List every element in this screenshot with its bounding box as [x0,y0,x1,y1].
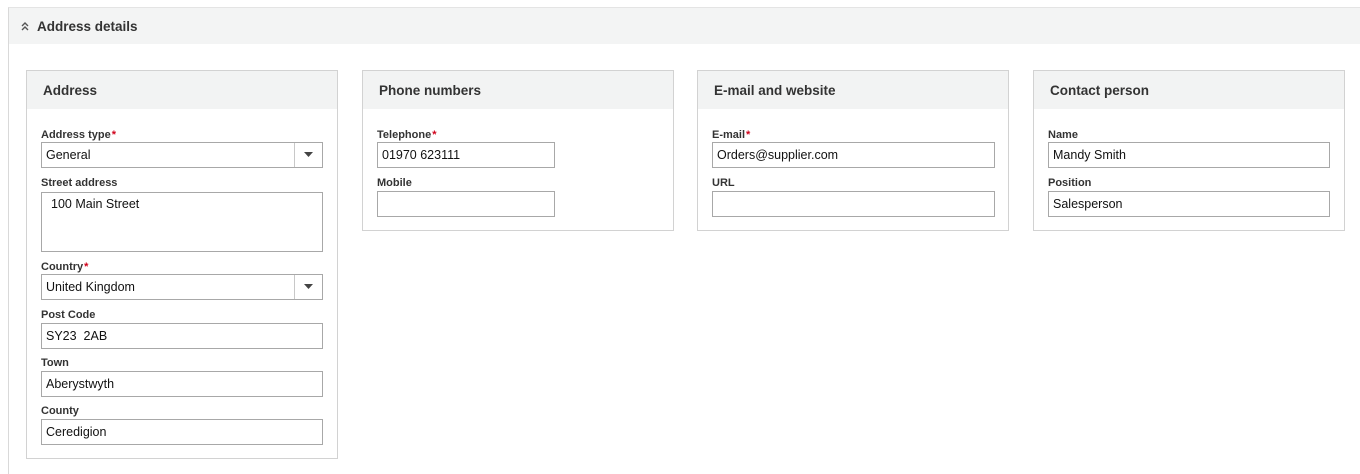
email-website-card: E-mail and website E-mail* Orders@suppli… [697,70,1009,231]
section-title: Address details [37,18,138,34]
address-card: Address Address type* General Street add… [26,70,338,459]
town-value: Aberystwyth [46,377,115,391]
country-value: United Kingdom [46,280,135,294]
county-value: Ceredigion [46,425,107,439]
address-details-header[interactable]: Address details [9,8,1360,44]
contact-card-title: Contact person [1034,71,1344,109]
town-label: Town [41,357,69,369]
telephone-value: 01970 623111 [382,148,461,162]
address-details-section: Address details Address Address type* Ge… [8,7,1360,474]
contact-person-card: Contact person Name Mandy Smith Position… [1033,70,1345,231]
dropdown-arrow-icon[interactable] [294,275,322,299]
phone-numbers-card: Phone numbers Telephone* 01970 623111 Mo… [362,70,674,231]
address-type-label-text: Address type [41,129,111,141]
country-label-text: Country [41,261,84,273]
required-mark: * [746,129,751,141]
post-code-value: SY23 2AB [46,329,108,343]
contact-position-field[interactable]: Salesperson [1048,191,1330,217]
required-mark: * [84,261,89,273]
country-select[interactable]: United Kingdom [41,274,323,300]
street-address-textarea[interactable]: 100 Main Street [41,192,323,252]
email-value: Orders@supplier.com [717,148,839,162]
email-field[interactable]: Orders@supplier.com [712,142,995,168]
address-type-value: General [46,148,91,162]
contact-name-field[interactable]: Mandy Smith [1048,142,1330,168]
country-label: Country* [41,261,88,273]
telephone-label-text: Telephone [377,129,432,141]
post-code-field[interactable]: SY23 2AB [41,323,323,349]
street-address-value: 100 Main Street [51,197,140,211]
required-mark: * [111,129,116,141]
address-type-select[interactable]: General [41,142,323,168]
mobile-field[interactable] [377,191,555,217]
contact-position-value: Salesperson [1053,197,1123,211]
required-mark: * [432,129,437,141]
street-address-label: Street address [41,177,118,189]
email-label: E-mail* [712,129,750,141]
county-field[interactable]: Ceredigion [41,419,323,445]
email-label-text: E-mail [712,129,746,141]
address-type-label: Address type* [41,129,116,141]
url-field[interactable] [712,191,995,217]
post-code-label: Post Code [41,309,96,321]
town-field[interactable]: Aberystwyth [41,371,323,397]
url-label: URL [712,177,735,189]
mobile-label: Mobile [377,177,412,189]
phone-card-title: Phone numbers [363,71,673,109]
telephone-field[interactable]: 01970 623111 [377,142,555,168]
email-card-title: E-mail and website [698,71,1008,109]
contact-name-label: Name [1048,129,1078,141]
dropdown-arrow-icon[interactable] [294,143,322,167]
telephone-label: Telephone* [377,129,436,141]
contact-name-value: Mandy Smith [1053,148,1126,162]
contact-position-label: Position [1048,177,1092,189]
county-label: County [41,405,79,417]
address-card-title: Address [27,71,337,109]
double-chevron-up-icon[interactable] [19,20,31,32]
